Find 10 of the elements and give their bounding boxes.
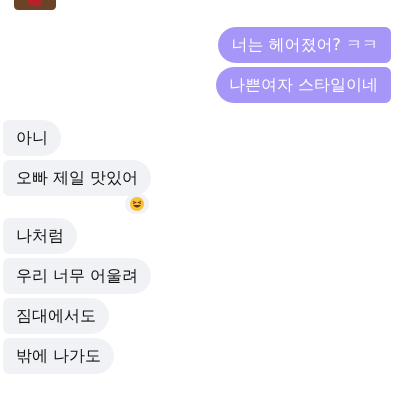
- message-bubble: 나처럼: [3, 218, 77, 254]
- avatar-icon: [14, 0, 56, 10]
- message-bubble: 우리 너무 어울려: [3, 258, 152, 294]
- laughing-emoji-icon: [130, 197, 144, 211]
- message-bubble: 밖에 나가도: [3, 338, 114, 374]
- message-bubble: 나쁜여자 스타일이네: [216, 67, 391, 103]
- message-bubble: 아니: [3, 120, 61, 156]
- message-bubble: 오빠 제일 맛있어: [3, 160, 152, 196]
- message-bubble: 너는 헤어졌어? ㅋㅋ: [218, 27, 391, 63]
- message-bubble: 짐대에서도: [3, 298, 109, 334]
